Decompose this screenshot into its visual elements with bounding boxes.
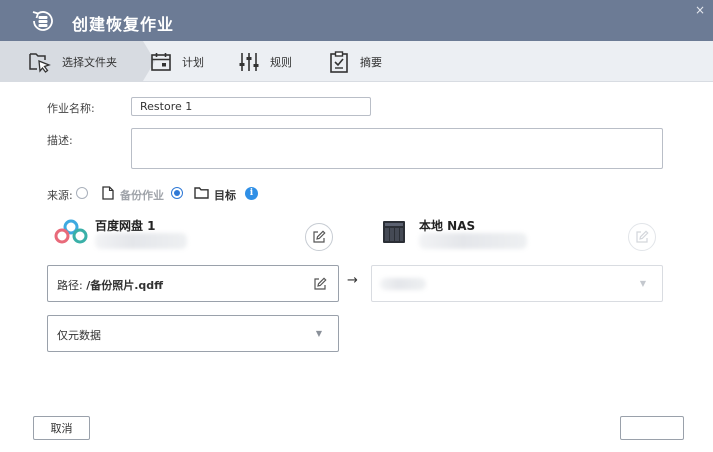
title-bar: 创建恢复作业 × (0, 0, 713, 41)
edit-source-button[interactable] (305, 223, 333, 251)
arrow-right-icon: → (347, 273, 358, 288)
chevron-down-icon: ▼ (639, 279, 646, 288)
path-label: 路径: (57, 279, 83, 292)
destination-location-select[interactable]: ▼ (371, 265, 663, 302)
step-rules[interactable]: 规则 (238, 41, 292, 82)
nas-icon (383, 221, 405, 243)
step-summary[interactable]: 摘要 (328, 41, 382, 82)
cancel-button[interactable]: 取消 (33, 416, 90, 440)
source-label: 来源: (47, 189, 73, 202)
sliders-icon (239, 52, 259, 71)
step-label: 选择文件夹 (62, 55, 117, 69)
job-name-input[interactable] (131, 97, 371, 116)
wizard-steps: 选择文件夹 计划 规则 摘要 (0, 41, 713, 82)
backup-job-label: 备份作业 (120, 189, 164, 202)
data-option-select[interactable]: 仅元数据 ▼ (47, 315, 339, 352)
calendar-icon (151, 52, 171, 71)
source-name: 百度网盘 1 (95, 219, 156, 233)
close-button[interactable]: × (695, 3, 705, 17)
restore-icon (32, 11, 53, 31)
job-name-label: 作业名称: (47, 102, 95, 115)
target-label: 目标 (214, 189, 236, 202)
folder-icon (194, 187, 209, 199)
redacted-account (95, 233, 187, 249)
chevron-down-icon: ▼ (315, 329, 322, 338)
info-icon[interactable]: i (245, 187, 258, 200)
radio-backup-job[interactable] (76, 187, 88, 199)
destination-name: 本地 NAS (419, 219, 476, 233)
edit-icon (636, 230, 649, 243)
step-label: 摘要 (360, 55, 382, 69)
baidu-cloud-icon (54, 219, 88, 244)
document-icon (102, 186, 114, 200)
clipboard-icon (330, 50, 348, 73)
edit-icon (313, 230, 326, 243)
next-button[interactable] (620, 416, 684, 440)
description-input[interactable] (131, 128, 663, 169)
select-folder-icon (29, 52, 51, 73)
path-text: 路径: /备份照片.qdff (57, 277, 163, 293)
redacted-nas-info (419, 233, 527, 249)
radio-target[interactable] (171, 187, 183, 199)
step-label: 规则 (270, 55, 292, 69)
path-value: /备份照片.qdff (86, 279, 164, 292)
edit-destination-button[interactable] (628, 223, 656, 251)
edit-path-icon[interactable] (313, 277, 327, 291)
source-path-field[interactable]: 路径: /备份照片.qdff (47, 265, 339, 302)
window-title: 创建恢复作业 (72, 15, 175, 34)
step-label: 计划 (182, 55, 204, 69)
data-option-value: 仅元数据 (57, 329, 101, 342)
step-schedule[interactable]: 计划 (150, 41, 204, 82)
redacted-location (380, 278, 426, 290)
step-select-folder[interactable]: 选择文件夹 (28, 41, 117, 82)
description-label: 描述: (47, 134, 73, 147)
